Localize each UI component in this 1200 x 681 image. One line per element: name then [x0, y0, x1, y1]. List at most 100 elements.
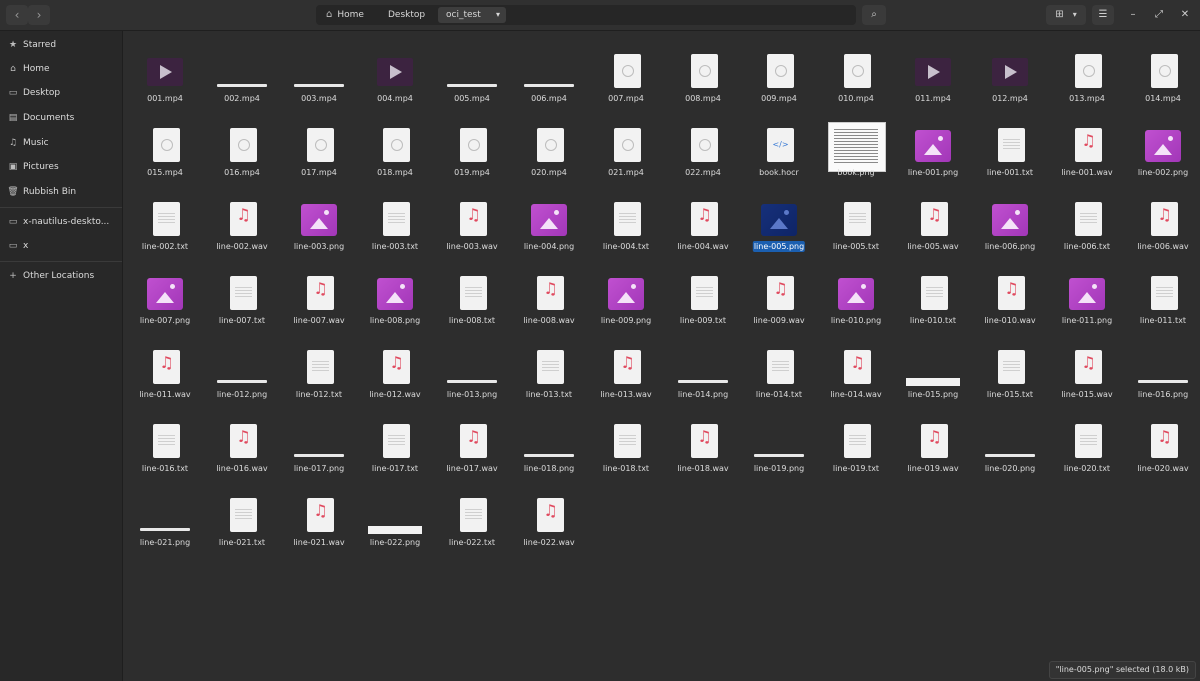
- file-item[interactable]: line-017.txt: [358, 421, 432, 487]
- file-item[interactable]: ♫ line-003.wav: [435, 199, 509, 265]
- file-item[interactable]: ♫ line-022.wav: [512, 495, 586, 561]
- file-item[interactable]: ♫ line-021.wav: [282, 495, 356, 561]
- file-item[interactable]: line-001.txt: [973, 125, 1047, 191]
- file-item[interactable]: line-006.png: [973, 199, 1047, 265]
- file-item[interactable]: line-012.txt: [282, 347, 356, 413]
- breadcrumb-desktop[interactable]: Desktop: [382, 7, 438, 23]
- file-item[interactable]: 008.mp4: [666, 51, 740, 117]
- file-item[interactable]: line-019.txt: [819, 421, 893, 487]
- file-item[interactable]: 004.mp4: [358, 51, 432, 117]
- sidebar-item-music[interactable]: ♫ Music: [6, 134, 49, 152]
- breadcrumb-current-folder[interactable]: oci_test ▾: [438, 7, 506, 23]
- file-item[interactable]: line-003.png: [282, 199, 356, 265]
- file-item[interactable]: ♫ line-006.wav: [1126, 199, 1200, 265]
- file-item[interactable]: ♫ line-005.wav: [896, 199, 970, 265]
- file-item[interactable]: line-016.png: [1126, 347, 1200, 413]
- file-item[interactable]: line-002.txt: [128, 199, 202, 265]
- file-item[interactable]: 012.mp4: [973, 51, 1047, 117]
- maximize-button[interactable]: ⤢: [1150, 6, 1168, 24]
- forward-button[interactable]: ›: [28, 5, 50, 25]
- file-item[interactable]: line-004.png: [512, 199, 586, 265]
- file-item[interactable]: line-013.txt: [512, 347, 586, 413]
- file-item[interactable]: ♫ line-012.wav: [358, 347, 432, 413]
- file-item[interactable]: line-016.txt: [128, 421, 202, 487]
- file-item[interactable]: 017.mp4: [282, 125, 356, 191]
- breadcrumb-home[interactable]: ⌂ Home: [320, 7, 382, 23]
- file-item[interactable]: 018.mp4: [358, 125, 432, 191]
- sidebar-item-home[interactable]: ⌂ Home: [6, 60, 49, 78]
- file-item[interactable]: line-021.txt: [205, 495, 279, 561]
- file-item[interactable]: 009.mp4: [742, 51, 816, 117]
- file-item[interactable]: line-013.png: [435, 347, 509, 413]
- file-item[interactable]: 011.mp4: [896, 51, 970, 117]
- file-item[interactable]: 006.mp4: [512, 51, 586, 117]
- file-item[interactable]: line-017.png: [282, 421, 356, 487]
- file-item[interactable]: line-001.png: [896, 125, 970, 191]
- view-toggle-button[interactable]: ⊞ ▾: [1046, 5, 1086, 25]
- file-item[interactable]: line-004.txt: [589, 199, 663, 265]
- file-item[interactable]: line-015.png: [896, 347, 970, 413]
- file-item[interactable]: 013.mp4: [1050, 51, 1124, 117]
- file-item[interactable]: 003.mp4: [282, 51, 356, 117]
- file-item[interactable]: line-015.txt: [973, 347, 1047, 413]
- file-item[interactable]: line-020.png: [973, 421, 1047, 487]
- file-item[interactable]: 005.mp4: [435, 51, 509, 117]
- file-item[interactable]: line-008.png: [358, 273, 432, 339]
- file-item[interactable]: line-019.png: [742, 421, 816, 487]
- file-item[interactable]: ♫ line-015.wav: [1050, 347, 1124, 413]
- file-item[interactable]: ♫ line-014.wav: [819, 347, 893, 413]
- file-item[interactable]: line-009.txt: [666, 273, 740, 339]
- file-item[interactable]: ♫ line-013.wav: [589, 347, 663, 413]
- close-button[interactable]: ✕: [1176, 6, 1194, 24]
- file-item[interactable]: 007.mp4: [589, 51, 663, 117]
- file-item[interactable]: line-006.txt: [1050, 199, 1124, 265]
- file-item[interactable]: line-005.txt: [819, 199, 893, 265]
- file-item[interactable]: line-005.png: [742, 199, 816, 265]
- file-item[interactable]: line-002.png: [1126, 125, 1200, 191]
- file-item[interactable]: 014.mp4: [1126, 51, 1200, 117]
- file-item[interactable]: 019.mp4: [435, 125, 509, 191]
- file-item[interactable]: 022.mp4: [666, 125, 740, 191]
- file-item[interactable]: ♫ line-001.wav: [1050, 125, 1124, 191]
- file-item[interactable]: line-014.txt: [742, 347, 816, 413]
- file-item[interactable]: line-007.png: [128, 273, 202, 339]
- file-item[interactable]: 002.mp4: [205, 51, 279, 117]
- file-item[interactable]: line-010.png: [819, 273, 893, 339]
- file-item[interactable]: line-010.txt: [896, 273, 970, 339]
- file-item[interactable]: </> book.hocr: [742, 125, 816, 191]
- file-item[interactable]: line-018.png: [512, 421, 586, 487]
- file-item[interactable]: 021.mp4: [589, 125, 663, 191]
- sidebar-item-desktop-location[interactable]: ▭ x-nautilus-deskto...: [6, 213, 110, 231]
- file-item[interactable]: ♫ line-002.wav: [205, 199, 279, 265]
- file-item[interactable]: line-018.txt: [589, 421, 663, 487]
- file-item[interactable]: line-022.png: [358, 495, 432, 561]
- file-item[interactable]: line-003.txt: [358, 199, 432, 265]
- file-item[interactable]: 001.mp4: [128, 51, 202, 117]
- file-item[interactable]: line-012.png: [205, 347, 279, 413]
- file-item[interactable]: ♫ line-020.wav: [1126, 421, 1200, 487]
- file-item[interactable]: line-022.txt: [435, 495, 509, 561]
- file-item[interactable]: line-020.txt: [1050, 421, 1124, 487]
- file-item[interactable]: ♫ line-010.wav: [973, 273, 1047, 339]
- sidebar-item-x[interactable]: ▭ x: [6, 237, 29, 255]
- file-item[interactable]: ♫ line-016.wav: [205, 421, 279, 487]
- file-item[interactable]: ♫ line-011.wav: [128, 347, 202, 413]
- file-item[interactable]: line-011.txt: [1126, 273, 1200, 339]
- file-item[interactable]: ♫ line-017.wav: [435, 421, 509, 487]
- minimize-button[interactable]: –: [1124, 6, 1142, 24]
- file-item[interactable]: ♫ line-018.wav: [666, 421, 740, 487]
- file-item[interactable]: line-008.txt: [435, 273, 509, 339]
- file-item[interactable]: line-007.txt: [205, 273, 279, 339]
- file-item[interactable]: 015.mp4: [128, 125, 202, 191]
- sidebar-item-other-locations[interactable]: + Other Locations: [6, 267, 94, 285]
- file-item[interactable]: line-011.png: [1050, 273, 1124, 339]
- file-item[interactable]: ♫ line-019.wav: [896, 421, 970, 487]
- sidebar-item-rubbish-bin[interactable]: 🗑 Rubbish Bin: [6, 183, 76, 201]
- file-item[interactable]: line-014.png: [666, 347, 740, 413]
- file-item[interactable]: ♫ line-007.wav: [282, 273, 356, 339]
- file-item[interactable]: 016.mp4: [205, 125, 279, 191]
- back-button[interactable]: ‹: [6, 5, 28, 25]
- sidebar-item-pictures[interactable]: ▣ Pictures: [6, 158, 59, 176]
- sidebar-item-desktop[interactable]: ▭ Desktop: [6, 84, 60, 102]
- file-item[interactable]: 020.mp4: [512, 125, 586, 191]
